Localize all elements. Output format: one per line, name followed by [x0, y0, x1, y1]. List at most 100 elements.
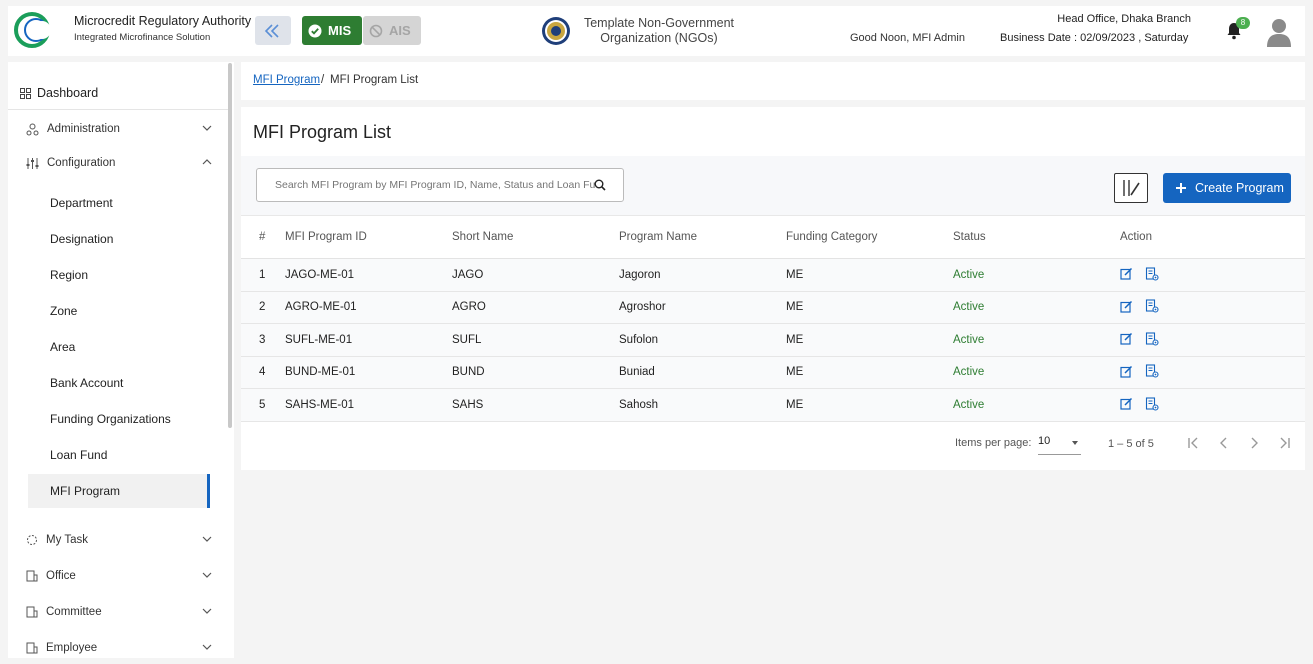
column-header-program-id[interactable]: MFI Program ID — [285, 215, 452, 259]
sidebar-subitem-bank-account[interactable]: Bank Account — [28, 366, 210, 400]
sidebar-item-office[interactable]: Office — [8, 564, 220, 588]
row-program-name: Agroshor — [619, 291, 786, 324]
column-header-short-name[interactable]: Short Name — [452, 215, 619, 259]
sidebar-item-label: Committee — [46, 606, 102, 618]
sidebar-subitem-label: Zone — [50, 304, 78, 318]
column-header-status[interactable]: Status — [953, 215, 1120, 259]
sidebar-item-label: Office — [46, 570, 76, 582]
ngo-name-line1: Template Non-Government — [583, 16, 735, 30]
sidebar-subitem-label: Region — [50, 268, 89, 282]
row-short-name: BUND — [452, 356, 619, 389]
row-program-name: Sahosh — [619, 388, 786, 422]
mis-module-button[interactable]: MIS — [302, 16, 362, 45]
office-building-icon — [26, 570, 38, 582]
view-details-icon[interactable] — [1145, 299, 1159, 313]
edit-icon[interactable] — [1120, 300, 1133, 313]
view-details-icon[interactable] — [1145, 396, 1159, 411]
view-details-icon[interactable] — [1145, 266, 1159, 281]
row-index: 5 — [241, 388, 285, 422]
sidebar-subitem-mfi-program[interactable]: MFI Program — [28, 474, 210, 508]
search-icon[interactable] — [594, 179, 606, 191]
row-status: Active — [953, 356, 1120, 389]
edit-icon[interactable] — [1120, 332, 1133, 345]
ngo-name: Template Non-Government Organization (NG… — [574, 16, 744, 46]
create-program-label: Create Program — [1195, 181, 1284, 195]
sidebar-subitem-region[interactable]: Region — [28, 258, 210, 292]
task-spinner-icon — [27, 535, 37, 545]
row-short-name: SAHS — [452, 388, 619, 422]
chevron-down-icon — [202, 644, 212, 650]
sidebar-subitem-department[interactable]: Department — [28, 186, 210, 220]
sidebar-item-label: Employee — [46, 642, 98, 654]
sidebar-subitem-funding-organizations[interactable]: Funding Organizations — [28, 402, 210, 436]
sidebar-subitem-zone[interactable]: Zone — [28, 294, 210, 328]
edit-icon[interactable] — [1120, 397, 1133, 410]
edit-icon[interactable] — [1120, 267, 1133, 280]
row-short-name: AGRO — [452, 291, 619, 324]
sidebar-item-configuration[interactable]: Configuration — [8, 151, 220, 175]
sidebar-subitem-loan-fund[interactable]: Loan Fund — [28, 438, 210, 472]
dropdown-arrow-icon — [1072, 441, 1078, 445]
sidebar-item-my-task[interactable]: My Task — [8, 528, 220, 552]
sliders-icon — [26, 157, 39, 169]
items-per-page-select[interactable]: 10 — [1038, 435, 1081, 455]
table-row: 3 SUFL-ME-01 SUFL Sufolon ME Active — [241, 323, 1305, 357]
chevron-up-icon — [202, 159, 212, 165]
column-header-program-name[interactable]: Program Name — [619, 215, 786, 259]
branch-name: Head Office, Dhaka Branch — [1057, 13, 1191, 25]
ais-module-button[interactable]: AIS — [363, 16, 421, 45]
row-status: Active — [953, 323, 1120, 357]
column-header-funding-category[interactable]: Funding Category — [786, 215, 953, 259]
sidebar-subitem-label: Funding Organizations — [50, 412, 171, 426]
sidebar-subitem-label: Bank Account — [50, 376, 124, 390]
sidebar-item-label: My Task — [46, 534, 88, 546]
row-program-id: AGRO-ME-01 — [285, 291, 452, 324]
row-short-name: SUFL — [452, 323, 619, 357]
chevron-down-icon — [202, 572, 212, 578]
row-actions — [1120, 356, 1305, 389]
row-actions — [1120, 388, 1305, 422]
sidebar-subitem-area[interactable]: Area — [28, 330, 210, 364]
column-header-index: # — [241, 215, 285, 259]
row-funding-category: ME — [786, 356, 953, 389]
committee-icon — [26, 606, 38, 618]
view-details-icon[interactable] — [1145, 364, 1159, 378]
search-input[interactable] — [275, 179, 595, 191]
program-list-card: MFI Program List Create Program — [241, 107, 1305, 470]
row-index: 3 — [241, 323, 285, 357]
row-actions — [1120, 258, 1305, 292]
sidebar-subitem-label: Department — [50, 196, 113, 210]
sidebar-item-committee[interactable]: Committee — [8, 600, 220, 624]
last-page-icon[interactable] — [1276, 435, 1292, 451]
check-circle-icon — [308, 24, 322, 37]
row-actions — [1120, 323, 1305, 357]
breadcrumb-link-mfi-program[interactable]: MFI Program — [253, 74, 320, 86]
sidebar-item-dashboard[interactable]: Dashboard — [8, 77, 228, 110]
row-program-id: SAHS-ME-01 — [285, 388, 452, 422]
first-page-icon[interactable] — [1186, 435, 1202, 451]
user-avatar-icon[interactable] — [1266, 17, 1292, 47]
chevron-down-icon — [202, 125, 212, 131]
double-chevron-left-icon — [264, 23, 279, 38]
table-row: 1 JAGO-ME-01 JAGO Jagoron ME Active — [241, 258, 1305, 292]
paginator: Items per page: 10 1 – 5 of 5 — [241, 425, 1305, 465]
sidebar-item-administration[interactable]: Administration — [8, 117, 220, 141]
sidebar-subitem-designation[interactable]: Designation — [28, 222, 210, 256]
sidebar-collapse-button[interactable] — [255, 16, 291, 45]
row-actions — [1120, 291, 1305, 324]
row-status: Active — [953, 291, 1120, 324]
previous-page-icon[interactable] — [1216, 435, 1232, 451]
create-program-button[interactable]: Create Program — [1163, 173, 1291, 203]
sidebar-item-label: Dashboard — [37, 86, 99, 100]
sidebar-scrollbar[interactable] — [228, 63, 232, 428]
sidebar-item-employee[interactable]: Employee — [8, 636, 220, 658]
column-settings-button[interactable] — [1114, 173, 1148, 203]
edit-icon[interactable] — [1120, 365, 1133, 378]
row-status: Active — [953, 388, 1120, 422]
table-row: 5 SAHS-ME-01 SAHS Sahosh ME Active — [241, 388, 1305, 422]
view-details-icon[interactable] — [1145, 331, 1159, 346]
next-page-icon[interactable] — [1246, 435, 1262, 451]
org-subtitle: Integrated Microfinance Solution — [74, 32, 211, 43]
ngo-name-line2: Organization (NGOs) — [600, 31, 718, 45]
search-field[interactable] — [256, 168, 624, 202]
